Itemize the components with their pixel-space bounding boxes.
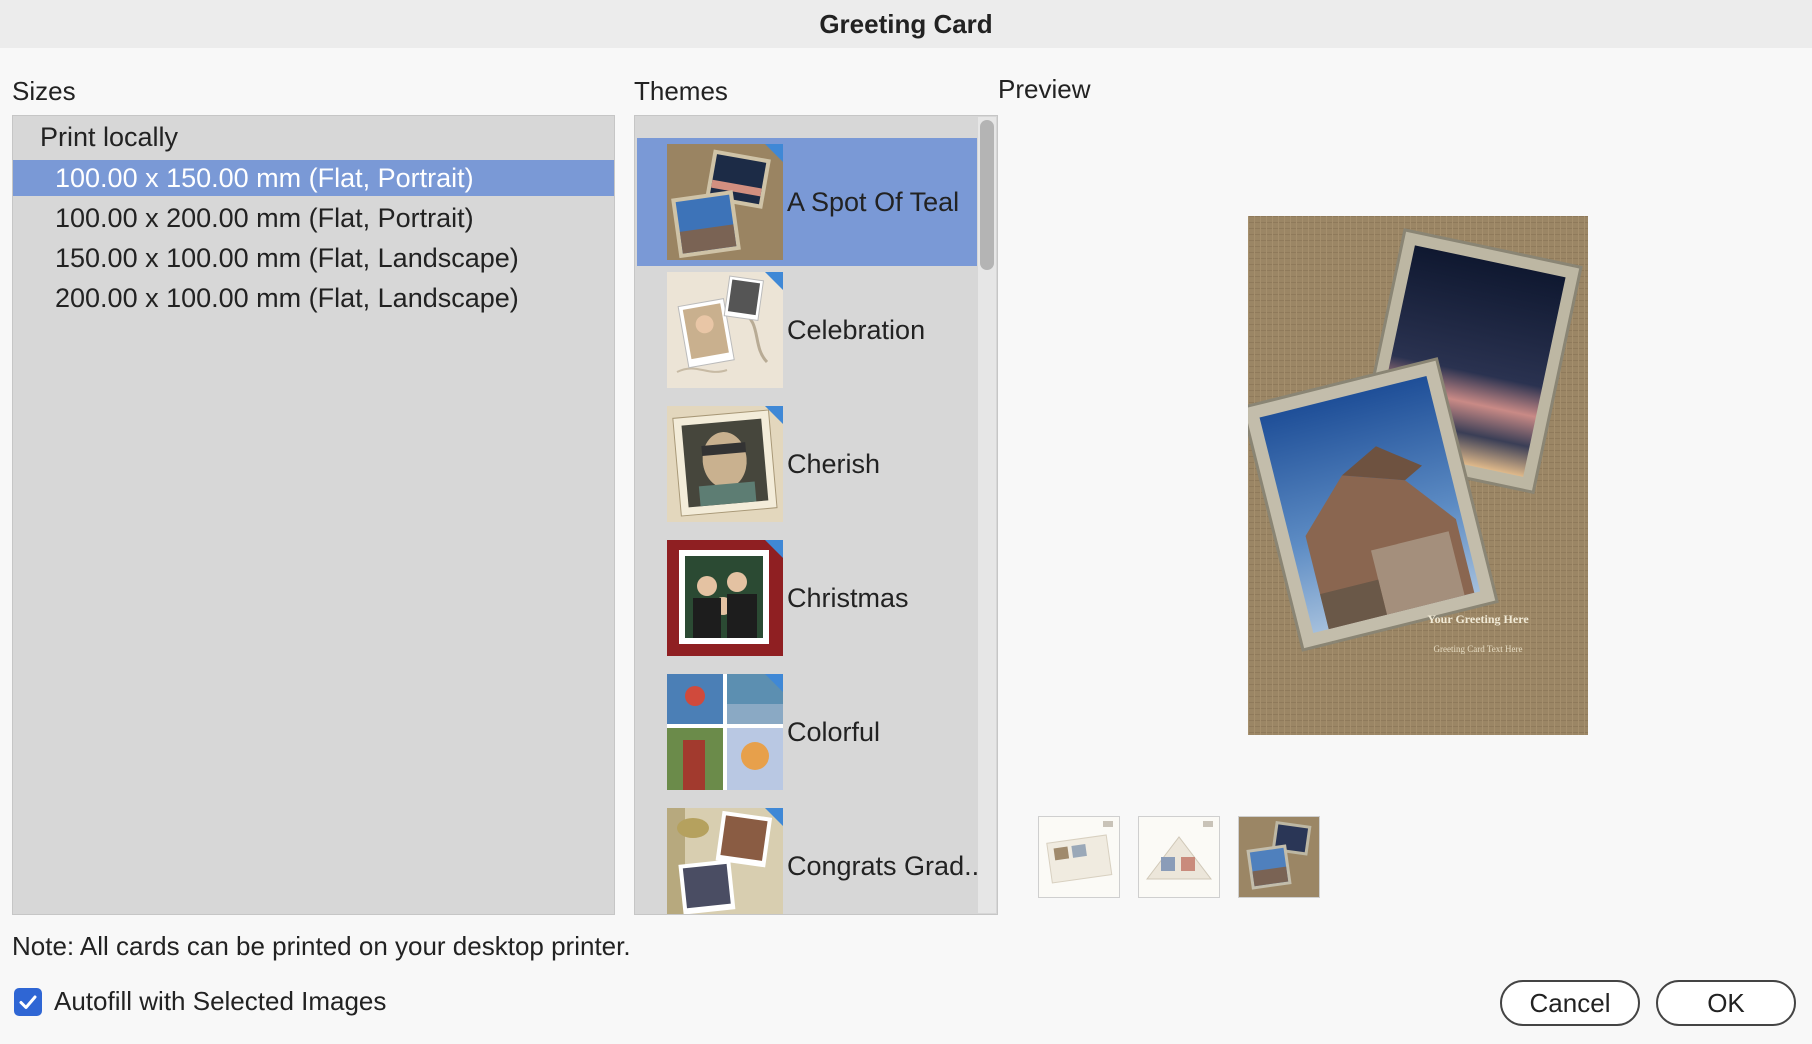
theme-item-christmas[interactable]: Christmas xyxy=(637,534,977,662)
theme-badge-corner xyxy=(765,674,783,692)
theme-badge-corner xyxy=(765,808,783,826)
autofill-label: Autofill with Selected Images xyxy=(54,986,387,1016)
ok-button[interactable]: OK xyxy=(1656,980,1796,1026)
size-item-100x150-portrait[interactable]: 100.00 x 150.00 mm (Flat, Portrait) xyxy=(13,160,614,196)
theme-badge-corner xyxy=(765,540,783,558)
theme-item-cherish[interactable]: Cherish xyxy=(637,400,977,528)
preview-card-text: Greeting Card Text Here xyxy=(1434,644,1523,654)
size-item-150x100-landscape[interactable]: 150.00 x 100.00 mm (Flat, Landscape) xyxy=(13,240,614,276)
theme-badge-corner xyxy=(765,406,783,424)
checkmark-icon xyxy=(19,995,37,1009)
preview-greeting-text: Your Greeting Here xyxy=(1427,612,1529,626)
theme-thumbnail xyxy=(667,674,783,790)
theme-thumbnail xyxy=(667,406,783,522)
autofill-checkbox[interactable] xyxy=(14,987,42,1016)
theme-label: Celebration xyxy=(787,314,926,345)
theme-label: Colorful xyxy=(787,716,881,747)
theme-item-celebration[interactable]: Celebration xyxy=(637,266,977,394)
theme-thumbnail xyxy=(667,540,783,656)
theme-label: Congrats Grad... xyxy=(787,850,987,881)
greeting-card-dialog: Greeting Card Sizes Themes Preview Print… xyxy=(0,0,1812,1044)
printing-note: Note: All cards can be printed on your d… xyxy=(12,931,631,961)
size-item-100x200-portrait[interactable]: 100.00 x 200.00 mm (Flat, Portrait) xyxy=(13,200,614,236)
cancel-button[interactable]: Cancel xyxy=(1500,980,1640,1026)
sizes-group-header: Print locally xyxy=(40,122,179,152)
theme-label: Cherish xyxy=(787,448,881,479)
sizes-list[interactable]: Print locally 100.00 x 150.00 mm (Flat, … xyxy=(12,115,615,915)
dialog-title: Greeting Card xyxy=(819,8,993,39)
title-bar: Greeting Card xyxy=(0,0,1812,48)
themes-list[interactable]: A Spot Of Teal Celebration Cherish Chris… xyxy=(634,115,998,915)
theme-item-congrats-grad[interactable]: Congrats Grad... xyxy=(637,802,987,914)
theme-item-a-spot-of-teal[interactable]: A Spot Of Teal xyxy=(637,138,977,266)
theme-label: Christmas xyxy=(787,582,909,613)
theme-badge-corner xyxy=(765,272,783,290)
theme-thumbnail xyxy=(667,808,783,914)
preview-label: Preview xyxy=(998,74,1091,104)
preview-page-thumb-1[interactable] xyxy=(1038,816,1120,898)
theme-thumbnail xyxy=(667,272,783,388)
theme-label: A Spot Of Teal xyxy=(787,186,960,217)
theme-thumbnail xyxy=(667,144,783,260)
preview-page-thumb-3[interactable] xyxy=(1238,816,1320,898)
sizes-label: Sizes xyxy=(12,76,76,106)
card-preview: Your Greeting Here Greeting Card Text He… xyxy=(1248,216,1588,735)
theme-badge-corner xyxy=(765,144,783,162)
size-item-200x100-landscape[interactable]: 200.00 x 100.00 mm (Flat, Landscape) xyxy=(13,280,614,316)
autofill-option[interactable]: Autofill with Selected Images xyxy=(14,986,386,1017)
themes-label: Themes xyxy=(634,76,728,106)
theme-item-colorful[interactable]: Colorful xyxy=(637,668,977,796)
preview-page-thumb-2[interactable] xyxy=(1138,816,1220,898)
themes-scrollbar-thumb[interactable] xyxy=(980,120,994,270)
